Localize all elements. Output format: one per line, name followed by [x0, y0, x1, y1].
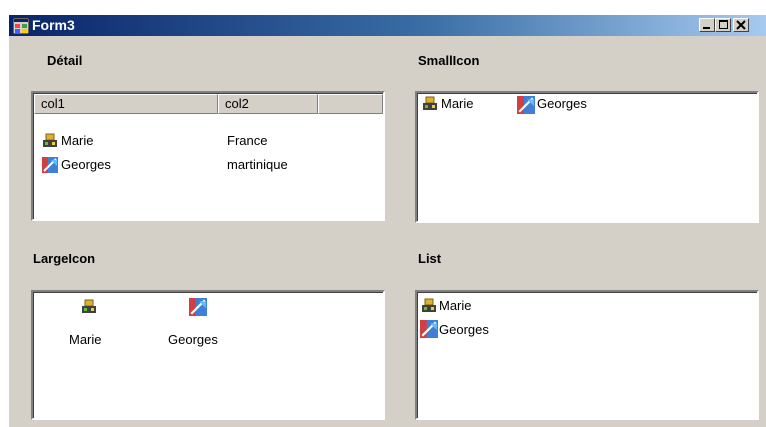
row-col1: Georges	[61, 157, 111, 172]
close-button[interactable]	[733, 18, 749, 32]
item-label: Marie	[439, 298, 472, 313]
minimize-icon	[703, 27, 710, 29]
largeicon-listview[interactable]: Marie Georges	[31, 290, 385, 420]
map-image-icon	[420, 320, 438, 338]
close-icon	[736, 20, 746, 30]
row-col2: France	[227, 133, 268, 148]
form3-window: Form3 Détail col1 col2 Marie France Geor…	[8, 14, 766, 427]
window-title: Form3	[32, 17, 75, 33]
map-image-icon	[517, 96, 535, 114]
row-col2: martinique	[227, 157, 288, 172]
item-label: Georges	[439, 322, 489, 337]
item-label: Marie	[441, 96, 474, 111]
column-header-filler	[318, 94, 383, 114]
form-app-icon	[13, 18, 29, 34]
item-label: Marie	[69, 332, 102, 347]
user-book-icon	[82, 299, 96, 313]
user-book-icon	[423, 96, 437, 110]
column-header-col2[interactable]: col2	[218, 94, 318, 114]
minimize-button[interactable]	[699, 18, 715, 32]
item-label: Georges	[168, 332, 218, 347]
maximize-button[interactable]	[715, 18, 731, 32]
item-label: Georges	[537, 96, 587, 111]
maximize-icon	[719, 20, 728, 29]
detail-group-label: Détail	[47, 53, 83, 68]
smallicon-listview[interactable]: Marie Georges	[415, 91, 759, 223]
user-book-icon	[422, 298, 436, 312]
largeicon-group-label: LargeIcon	[33, 251, 96, 266]
map-image-icon	[189, 298, 207, 316]
smallicon-group-label: SmallIcon	[418, 53, 480, 68]
title-bar[interactable]: Form3	[9, 15, 766, 36]
list-group-label: List	[418, 251, 442, 266]
user-book-icon	[43, 133, 57, 147]
map-image-icon	[42, 157, 58, 173]
row-col1: Marie	[61, 133, 94, 148]
detail-listview[interactable]: col1 col2 Marie France Georges martiniqu…	[31, 91, 385, 221]
column-header-col1[interactable]: col1	[34, 94, 218, 114]
list-listview[interactable]: Marie Georges	[415, 290, 759, 420]
